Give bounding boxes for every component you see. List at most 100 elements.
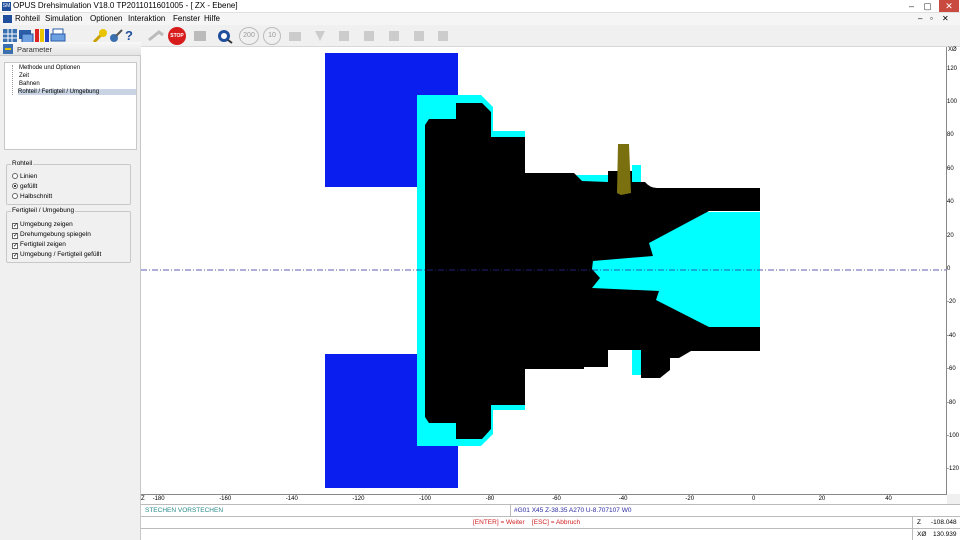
z-axis-ruler: Z -180 -160 -140 -120 -100 -80 -60 -40 -20 0 20 40 xyxy=(141,494,947,504)
status-divider xyxy=(912,529,913,540)
pointer-icon[interactable] xyxy=(147,28,165,44)
nc-line-status: #G01 X45 Z-38.35 A270 U-8.707107 W0 xyxy=(514,507,632,514)
checkbox[interactable]: ✓ xyxy=(12,253,18,259)
x-tick-label: 40 xyxy=(885,496,892,502)
radio-gefuellt[interactable]: gefüllt xyxy=(12,183,37,190)
x-tick-label: 20 xyxy=(818,496,826,502)
menu-simulation[interactable]: Simulation xyxy=(45,14,82,23)
title-bar: SM OPUS Drehsimulation V18.0 TP201101160… xyxy=(0,0,960,13)
radio-halbschnitt[interactable]: Halbschnitt xyxy=(12,193,52,200)
y-tick-label: -80 xyxy=(947,399,956,406)
checkbox-label: Umgebung zeigen xyxy=(20,221,73,228)
grooving-tool xyxy=(617,144,631,195)
y-tick-label: -20 xyxy=(947,299,956,306)
fertigteil-legend: Fertigteil / Umgebung xyxy=(11,207,76,214)
speed-10-button[interactable]: 10 xyxy=(263,27,281,45)
check-umgebung-zeigen[interactable]: ✓ Umgebung zeigen xyxy=(12,221,73,229)
key-hint: [ENTER] = Weiter [ESC] = Abbruch xyxy=(473,519,581,526)
tree-item-bahnen[interactable]: Bahnen xyxy=(19,81,40,87)
checkbox[interactable]: ✓ xyxy=(12,233,18,239)
menu-fenster[interactable]: Fenster xyxy=(173,14,200,23)
tool-icon[interactable] xyxy=(312,28,328,44)
status-divider xyxy=(510,505,511,516)
camera-icon[interactable] xyxy=(216,28,234,44)
doc-icon xyxy=(3,15,12,23)
radio-button[interactable] xyxy=(12,193,18,199)
y-tick-layer: 120 100 80 60 40 20 0 -20 -40 -60 -80 -100 -120 xyxy=(946,47,960,494)
parameter-tree: Methode und Optionen Zeit Bahnen Rohteil… xyxy=(4,62,137,150)
menu-rohteil[interactable]: Rohteil xyxy=(15,14,40,23)
tool-icon[interactable] xyxy=(336,28,352,44)
rohteil-group: Rohteil Linien gefüllt Halbschnitt xyxy=(6,160,131,205)
parameter-header: Parameter xyxy=(0,42,141,56)
toolbar: ? STOP 200 10 xyxy=(0,25,960,47)
x-tick-label: -80 xyxy=(485,496,495,502)
x-tick-label: -140 xyxy=(285,496,298,502)
checkbox-label: Drehumgebung spiegeln xyxy=(20,231,91,238)
speed-200-button[interactable]: 200 xyxy=(239,27,259,45)
parameter-icon xyxy=(3,44,13,54)
checkbox[interactable]: ✓ xyxy=(12,243,18,249)
minimize-button[interactable]: – xyxy=(905,0,918,12)
y-tick-label: 20 xyxy=(947,232,954,239)
y-tick-label: -60 xyxy=(947,366,956,373)
check-drehumgebung-spiegeln[interactable]: ✓ Drehumgebung spiegeln xyxy=(12,231,91,239)
simulation-canvas[interactable] xyxy=(141,47,947,494)
x-coord-value: 130.939 xyxy=(933,531,957,538)
x-tick-label: 0 xyxy=(752,496,756,502)
y-tick-label: -120 xyxy=(947,466,960,473)
fertigteil-group: Fertigteil / Umgebung ✓ Umgebung zeigen ✓… xyxy=(6,207,131,263)
x-tick-label: -160 xyxy=(219,496,232,502)
doc-close-button[interactable]: ✕ xyxy=(942,14,949,23)
x-tick-label: -40 xyxy=(618,496,628,502)
y-tick-label: -100 xyxy=(947,433,960,439)
tool-icon[interactable] xyxy=(386,28,402,44)
radio-button[interactable] xyxy=(12,183,18,189)
status-row-2: [ENTER] = Weiter [ESC] = Abbruch Z -108.… xyxy=(141,516,960,528)
menu-interaktion[interactable]: Interaktion xyxy=(128,14,165,23)
rohteil-legend: Rohteil xyxy=(11,160,34,167)
check-fertigteil-zeigen[interactable]: ✓ Fertigteil zeigen xyxy=(12,241,66,249)
z-coord-label: Z xyxy=(917,519,921,526)
tool-icon[interactable] xyxy=(361,28,377,44)
run-icon[interactable] xyxy=(192,28,210,44)
step-icon[interactable] xyxy=(287,28,303,44)
menu-bar: Rohteil Simulation Optionen Interaktion … xyxy=(0,13,960,25)
x-axis-label: Z xyxy=(141,496,145,502)
status-row-1: STECHEN VORSTECHEN #G01 X45 Z-38.35 A270… xyxy=(141,504,960,516)
tool-icon[interactable] xyxy=(411,28,427,44)
tree-item-methode[interactable]: Methode und Optionen xyxy=(19,65,80,71)
check-umgebung-gefuellt[interactable]: ✓ Umgebung / Fertigteil gefüllt xyxy=(12,251,101,259)
z-coord-value: -108.048 xyxy=(931,519,957,526)
stop-button[interactable]: STOP xyxy=(168,27,186,45)
menu-hilfe[interactable]: Hilfe xyxy=(204,14,220,23)
radio-button[interactable] xyxy=(12,173,18,179)
mode-status: STECHEN VORSTECHEN xyxy=(145,507,224,514)
y-tick-label: 80 xyxy=(947,132,954,139)
parameter-title: Parameter xyxy=(17,45,53,54)
x-tick-label: -20 xyxy=(685,496,695,502)
y-tick-label: 40 xyxy=(947,199,954,206)
radio-linien[interactable]: Linien xyxy=(12,173,37,180)
x-tick-label: -120 xyxy=(352,496,365,502)
app-icon: SM xyxy=(2,2,11,11)
window-title: OPUS Drehsimulation V18.0 TP201101160100… xyxy=(13,1,238,10)
y-tick-label: 120 xyxy=(947,65,958,72)
tree-line xyxy=(12,65,13,95)
tool-icon[interactable] xyxy=(435,28,451,44)
checkbox[interactable]: ✓ xyxy=(12,223,18,229)
menu-optionen[interactable]: Optionen xyxy=(90,14,122,23)
y-tick-label: 60 xyxy=(947,165,954,172)
doc-minimize-button[interactable]: – xyxy=(918,14,922,23)
tree-item-zeit[interactable]: Zeit xyxy=(19,73,29,79)
x-tick-label: -60 xyxy=(552,496,561,502)
tree-item-rohteil-fertigteil[interactable]: Rohteil / Fertigteil / Umgebung xyxy=(18,89,136,95)
x-tick-label: -180 xyxy=(152,496,165,502)
checkbox-label: Umgebung / Fertigteil gefüllt xyxy=(20,251,102,258)
close-button[interactable]: ✕ xyxy=(939,0,959,12)
x-tick-label: -100 xyxy=(419,496,432,502)
status-row-3: XØ 130.939 xyxy=(141,528,960,540)
doc-maximize-button[interactable]: ▫ xyxy=(930,14,933,23)
y-tick-label: -40 xyxy=(947,332,956,339)
maximize-button[interactable]: ▢ xyxy=(921,0,934,12)
